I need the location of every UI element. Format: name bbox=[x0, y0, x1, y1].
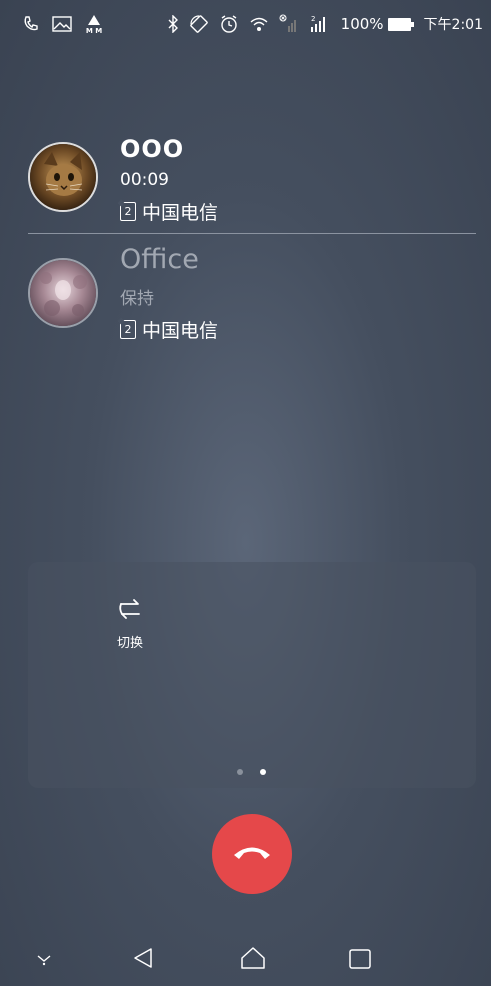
image-icon bbox=[52, 16, 72, 32]
page-indicator-1[interactable] bbox=[237, 769, 243, 775]
call-controls-panel: 切换 bbox=[28, 562, 476, 788]
switch-call-button[interactable]: 切换 bbox=[110, 596, 150, 651]
battery-icon bbox=[387, 17, 414, 31]
divider bbox=[28, 233, 476, 234]
call-hold-status: 保持 bbox=[120, 289, 154, 309]
switch-label: 切换 bbox=[116, 636, 143, 651]
clock: 下午2:01 bbox=[423, 17, 483, 33]
call-duration: 00:09 bbox=[120, 170, 169, 190]
home-button[interactable] bbox=[240, 946, 266, 974]
active-call-row[interactable]: OOO 00:09 2 中国电信 bbox=[28, 135, 476, 225]
bluetooth-icon bbox=[167, 15, 179, 33]
svg-text:2: 2 bbox=[311, 15, 315, 23]
end-call-button[interactable] bbox=[212, 814, 292, 894]
wifi-icon bbox=[249, 15, 269, 33]
sim2-signal-icon: 2 bbox=[309, 14, 331, 34]
carrier-name: 中国电信 bbox=[142, 202, 219, 224]
call-name: OOO bbox=[120, 135, 185, 163]
sim-card-icon: 2 bbox=[120, 320, 136, 339]
carrier-name: 中国电信 bbox=[142, 320, 219, 342]
contact-avatar-cat bbox=[28, 142, 98, 212]
call-name: Office bbox=[120, 244, 199, 275]
page-indicator-2[interactable] bbox=[260, 769, 266, 775]
carrier-label: 2 中国电信 bbox=[120, 198, 218, 225]
rotation-icon bbox=[189, 14, 209, 34]
swap-icon bbox=[117, 596, 143, 626]
svg-text:M M: M M bbox=[86, 27, 102, 34]
contact-avatar-blossom bbox=[28, 258, 98, 328]
back-button[interactable] bbox=[131, 946, 155, 974]
carrier-label: 2 中国电信 bbox=[120, 316, 218, 343]
alarm-icon bbox=[219, 14, 239, 34]
sim1-no-signal-icon bbox=[279, 14, 299, 34]
held-call-row[interactable]: Office 保持 2 中国电信 bbox=[28, 244, 476, 342]
battery-percent: 100% bbox=[340, 15, 384, 33]
navigation-bar bbox=[0, 936, 491, 986]
recents-button[interactable] bbox=[348, 948, 372, 974]
status-bar: M M 2 100% 下午2:01 bbox=[0, 0, 491, 52]
call-in-progress-icon bbox=[22, 15, 40, 33]
hang-up-icon bbox=[232, 842, 272, 866]
mm-app-icon: M M bbox=[84, 14, 104, 34]
sim-card-icon: 2 bbox=[120, 202, 136, 221]
notification-pull-icon[interactable] bbox=[36, 950, 52, 970]
